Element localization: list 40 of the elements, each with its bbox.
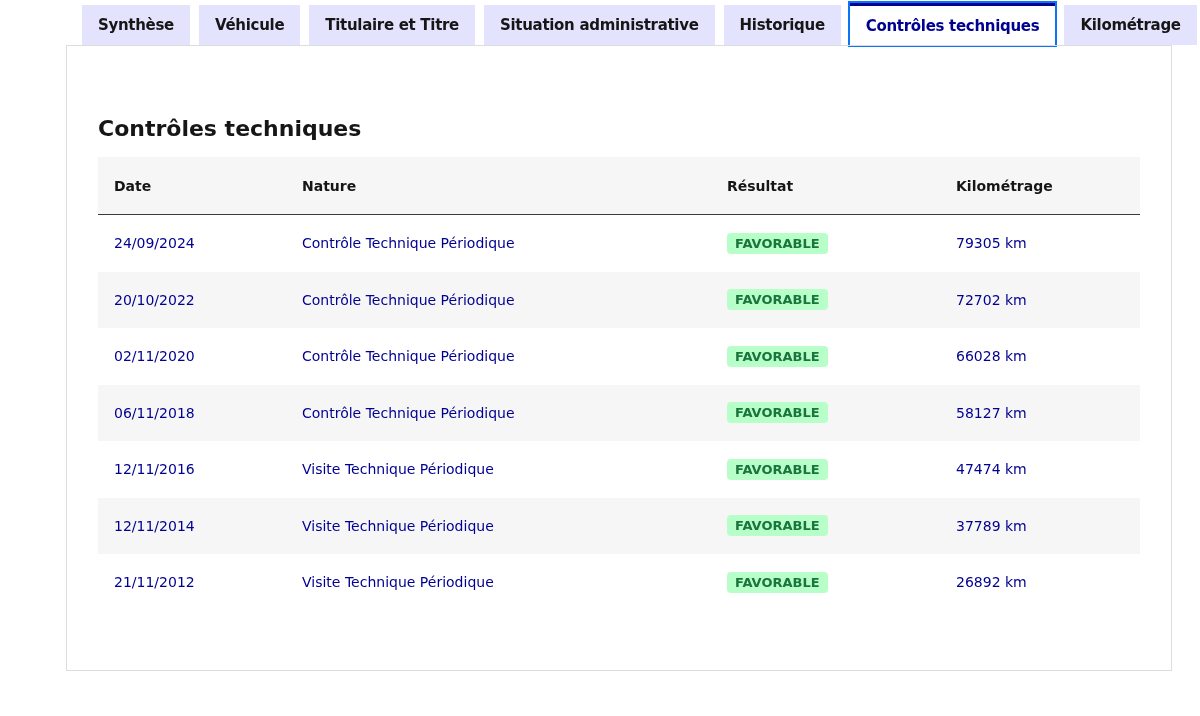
tab[interactable]: Situation administrative	[483, 5, 715, 45]
table-cell: Contrôle Technique Périodique	[286, 214, 711, 272]
table-cell: Contrôle Technique Périodique	[286, 328, 711, 385]
column-header: Résultat	[711, 157, 940, 215]
tab[interactable]: Titulaire et Titre	[309, 5, 475, 45]
table-cell: 37789 km	[940, 497, 1140, 554]
table-cell: 58127 km	[940, 384, 1140, 441]
table-cell: 24/09/2024	[98, 214, 286, 272]
result-badge: FAVORABLE	[727, 515, 828, 537]
column-header: Nature	[286, 157, 711, 215]
table-cell: Visite Technique Périodique	[286, 497, 711, 554]
column-header: Date	[98, 157, 286, 215]
result-badge: FAVORABLE	[727, 289, 828, 311]
column-header: Kilométrage	[940, 157, 1140, 215]
table-cell: 06/11/2018	[98, 384, 286, 441]
tab[interactable]: Synthèse	[82, 5, 190, 45]
result-badge: FAVORABLE	[727, 232, 828, 254]
result-badge: FAVORABLE	[727, 345, 828, 367]
result-badge: FAVORABLE	[727, 571, 828, 593]
tab[interactable]: Kilométrage	[1064, 5, 1197, 45]
section-title: Contrôles techniques	[98, 116, 363, 141]
result-badge: FAVORABLE	[727, 458, 828, 480]
table-cell: 12/11/2016	[98, 441, 286, 498]
tab[interactable]: Véhicule	[199, 5, 301, 45]
table-cell: Visite Technique Périodique	[286, 554, 711, 611]
table-cell: Visite Technique Périodique	[286, 441, 711, 498]
table-cell: 66028 km	[940, 328, 1140, 385]
table-cell: Contrôle Technique Périodique	[286, 271, 711, 328]
tab[interactable]: Historique	[723, 5, 841, 45]
tab[interactable]: Contrôles techniques	[849, 3, 1056, 45]
table-cell: 26892 km	[940, 554, 1140, 611]
table-cell: Contrôle Technique Périodique	[286, 384, 711, 441]
table-cell: 79305 km	[940, 214, 1140, 272]
table-cell: 20/10/2022	[98, 271, 286, 328]
table-cell: 21/11/2012	[98, 554, 286, 611]
table-cell: 72702 km	[940, 271, 1140, 328]
table-cell: 47474 km	[940, 441, 1140, 498]
table-cell: 02/11/2020	[98, 328, 286, 385]
table-cell: 12/11/2014	[98, 497, 286, 554]
result-badge: FAVORABLE	[727, 402, 828, 424]
